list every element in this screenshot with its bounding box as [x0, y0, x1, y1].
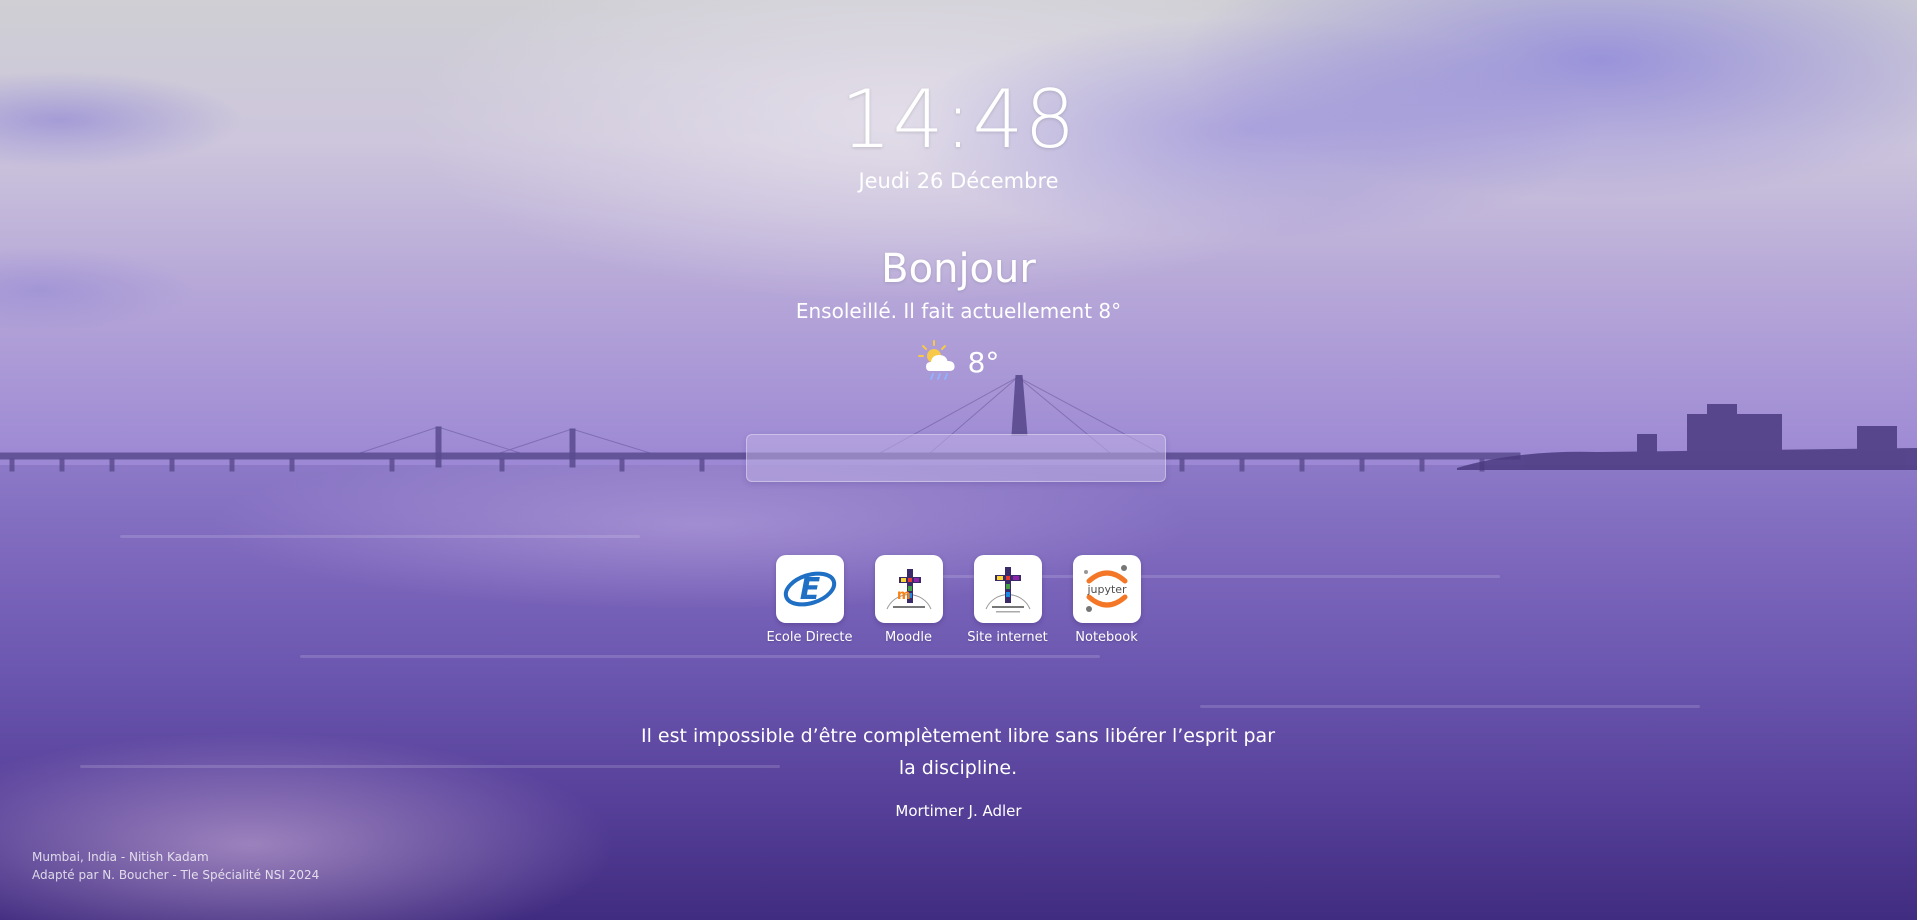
moodle-logo: m [874, 555, 943, 623]
shortcut-label: Site internet [967, 630, 1048, 645]
sun-cloud-rain-icon [917, 339, 962, 387]
adapted-credit: Adapté par N. Boucher - Tle Spécialité N… [32, 868, 320, 882]
weather-description: Ensoleillé. Il fait actuellement 8° [795, 299, 1122, 323]
svg-text:E: E [799, 572, 820, 607]
shortcut-site-internet[interactable]: Site internet [967, 555, 1048, 646]
search-input[interactable] [746, 434, 1166, 482]
ecole-directe-logo: E [775, 555, 844, 623]
shortcut-ecole-directe[interactable]: E Ecole Directe [766, 555, 853, 646]
jupyter-logo: jupyter [1072, 555, 1141, 623]
greeting: Bonjour [881, 246, 1036, 292]
quote-author: Mortimer J. Adler [895, 802, 1022, 820]
photo-credit: Mumbai, India - Nitish Kadam [32, 850, 209, 864]
svg-text:m: m [897, 588, 911, 603]
city-skyline [1457, 404, 1917, 470]
shortcut-label: Moodle [885, 630, 932, 645]
shortcut-moodle[interactable]: m Moodle [869, 555, 949, 646]
shortcut-label: Ecole Directe [766, 630, 853, 645]
shortcut-label: Notebook [1075, 630, 1138, 645]
weather-widget: 8° [0, 340, 1917, 386]
svg-text:jupyter: jupyter [1086, 583, 1127, 596]
weather-temperature: 8° [967, 346, 1000, 379]
quote-text: Il est impossible d’être complètement li… [640, 725, 1276, 779]
sainte-celine-logo [973, 555, 1042, 623]
photo-credits: Mumbai, India - Nitish Kadam Adapté par … [32, 848, 319, 884]
clock-date: Jeudi 26 Décembre [858, 169, 1059, 193]
shortcuts-bar: E Ecole Directe m Moodle Site internet j… [748, 555, 1168, 646]
clock-time: 14:48 [840, 73, 1077, 166]
shortcut-notebook[interactable]: jupyter Notebook [1067, 555, 1147, 646]
